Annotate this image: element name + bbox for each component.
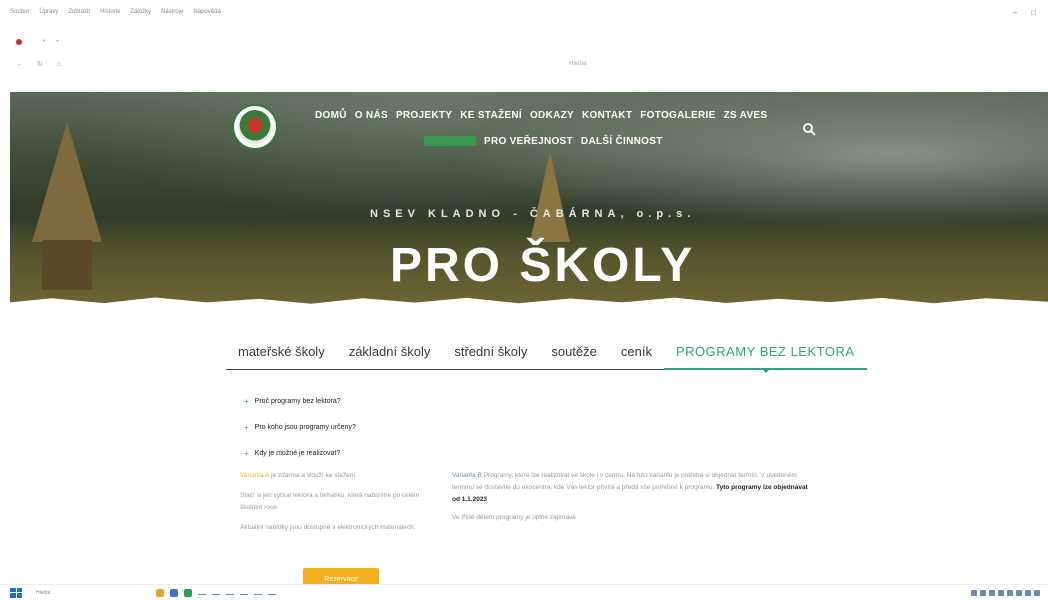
faq-question: Pro koho jsou programy určeny? xyxy=(254,423,356,431)
tab-stredni-skoly[interactable]: střední školy xyxy=(442,344,539,369)
tab-cenik[interactable]: ceník xyxy=(609,344,664,369)
address-bar-row: ← ↻ ⌂ Hledat xyxy=(0,54,1048,74)
nav-dalsi-cinnost[interactable]: DALŠÍ ČINNOST xyxy=(581,136,663,147)
variant-a-column: Varianta A je zdarma a slouží ke stažení… xyxy=(240,470,430,542)
page-title: PRO ŠKOLY xyxy=(390,239,696,292)
school-tabs: mateřské školy základní školy střední šk… xyxy=(226,340,867,373)
variant-a-intro: Varianta A je zdarma a slouží ke stažení… xyxy=(240,470,430,482)
faq-question: Proč programy bez lektora? xyxy=(254,397,341,405)
reload-icon[interactable]: ↻ xyxy=(37,60,43,68)
variant-a-paragraph: Stačí si jen vybrat lektora a tematiku, … xyxy=(240,492,420,511)
tab-materske-skoly[interactable]: mateřské školy xyxy=(226,344,337,369)
close-tab-icon[interactable]: × xyxy=(42,39,46,45)
browser-tabs: × + xyxy=(0,32,1048,52)
nav-fotogalerie[interactable]: FOTOGALERIE xyxy=(640,110,715,121)
taskbar-app[interactable] xyxy=(240,590,248,595)
variant-a-paragraph: Aktuální nabídky jsou dostupné v elektro… xyxy=(240,524,416,531)
taskbar-app[interactable] xyxy=(268,590,276,595)
taskbar-apps xyxy=(156,588,276,597)
system-tray xyxy=(971,589,1040,596)
taskbar-app[interactable] xyxy=(254,590,262,595)
browser-search-input[interactable]: Hledat xyxy=(569,61,586,67)
window-controls: – □ xyxy=(1013,8,1036,17)
tray-icon[interactable] xyxy=(980,589,986,596)
menu-napoveda[interactable]: Nápověda xyxy=(193,9,220,15)
nav-o-nas[interactable]: O NÁS xyxy=(355,110,388,121)
new-tab-icon[interactable]: + xyxy=(56,39,60,45)
menu-upravy[interactable]: Úpravy xyxy=(39,9,58,15)
nav-kontakt[interactable]: KONTAKT xyxy=(582,110,632,121)
site-logo[interactable] xyxy=(232,104,278,150)
tray-icon[interactable] xyxy=(971,589,977,596)
nav-ke-stazeni[interactable]: KE STAŽENÍ xyxy=(460,110,522,121)
plus-icon: + xyxy=(244,396,249,406)
taskbar-search[interactable]: Hledat xyxy=(36,590,96,596)
hero-subtitle: NSEV KLADNO - ČABÁRNA, o.p.s. xyxy=(370,208,696,220)
windows-start-icon[interactable] xyxy=(10,587,22,598)
tab-souteze[interactable]: soutěže xyxy=(539,344,609,369)
home-icon[interactable]: ⌂ xyxy=(57,61,61,68)
browser-menubar: Soubor Úpravy Zobrazit Historie Záložky … xyxy=(0,0,1048,24)
plus-icon: + xyxy=(244,422,249,432)
tray-icon[interactable] xyxy=(989,589,995,596)
faq-item[interactable]: + Proč programy bez lektora? xyxy=(244,388,604,414)
tab-zakladni-skoly[interactable]: základní školy xyxy=(337,344,443,369)
tray-icon[interactable] xyxy=(998,589,1004,596)
explorer-icon[interactable] xyxy=(156,588,164,597)
tray-icon[interactable] xyxy=(1025,589,1031,596)
bookmarks-bar xyxy=(0,76,1048,90)
variant-a-text: je zdarma a slouží ke stažení. xyxy=(270,472,357,479)
nav-odkazy[interactable]: ODKAZY xyxy=(530,110,574,121)
menu-historie[interactable]: Historie xyxy=(100,9,120,15)
faq-list: + Proč programy bez lektora? + Pro koho … xyxy=(244,388,604,466)
back-icon[interactable]: ← xyxy=(16,61,23,68)
menu-soubor[interactable]: Soubor xyxy=(10,9,29,15)
tray-icon[interactable] xyxy=(1007,589,1013,596)
nav-zs-aves[interactable]: ZS AVES xyxy=(724,110,768,121)
hero-banner: DOMŮ O NÁS PROJEKTY KE STAŽENÍ ODKAZY KO… xyxy=(10,92,1048,304)
minimize-icon[interactable]: – xyxy=(1013,8,1017,17)
app-icon[interactable] xyxy=(184,588,192,597)
menu-zobrazit[interactable]: Zobrazit xyxy=(68,9,90,15)
variant-b-paragraph: Ve třídě dětem programy je úplně zajímav… xyxy=(452,514,576,521)
os-taskbar: Hledat xyxy=(0,584,1048,600)
menu-nastroje[interactable]: Nástroje xyxy=(161,9,183,15)
tab-favicon-icon xyxy=(16,39,22,45)
main-nav: DOMŮ O NÁS PROJEKTY KE STAŽENÍ ODKAZY KO… xyxy=(315,110,767,121)
nav-projekty[interactable]: PROJEKTY xyxy=(396,110,452,121)
variant-b-label: Varianta B xyxy=(452,472,482,479)
variant-b-column: Varianta B Programy, které lze realizova… xyxy=(452,470,812,530)
nav-domu[interactable]: DOMŮ xyxy=(315,110,347,121)
faq-question: Kdy je možné je realizovat? xyxy=(254,449,341,457)
faq-item[interactable]: + Pro koho jsou programy určeny? xyxy=(244,414,604,440)
tray-icon[interactable] xyxy=(1016,589,1022,596)
taskbar-app[interactable] xyxy=(198,590,206,595)
nav-pro-verejnost[interactable]: PRO VEŘEJNOST xyxy=(484,136,573,147)
tab-programy-bez-lektora[interactable]: PROGRAMY BEZ LEKTORA xyxy=(663,344,867,373)
beehive-image xyxy=(32,122,102,292)
maximize-icon[interactable]: □ xyxy=(1031,8,1036,17)
main-nav-row2: PRO VEŘEJNOST DALŠÍ ČINNOST xyxy=(424,136,663,147)
plus-icon: + xyxy=(244,448,249,458)
variant-b-paragraph: Varianta B Programy, které lze realizova… xyxy=(452,470,812,506)
search-icon[interactable] xyxy=(802,122,816,136)
taskbar-app[interactable] xyxy=(226,590,234,595)
browser-icon[interactable] xyxy=(170,588,178,597)
variant-a-label: Varianta A xyxy=(240,472,270,479)
menu-zalozky[interactable]: Záložky xyxy=(130,9,151,15)
faq-item[interactable]: + Kdy je možné je realizovat? xyxy=(244,440,604,466)
tray-icon[interactable] xyxy=(1034,589,1040,596)
nav-pro-skoly-active[interactable] xyxy=(424,136,476,146)
taskbar-app[interactable] xyxy=(212,590,220,595)
